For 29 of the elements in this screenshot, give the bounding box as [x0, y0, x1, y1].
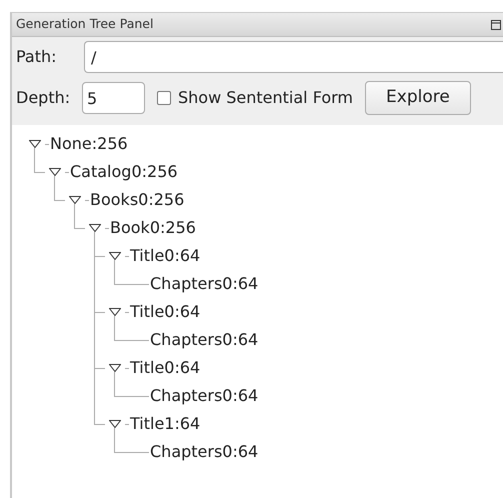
- expanded-triangle-icon[interactable]: [109, 252, 121, 260]
- checkbox[interactable]: [157, 91, 171, 105]
- expanded-triangle-icon[interactable]: [49, 168, 61, 176]
- checkbox-label: Show Sentential Form: [178, 87, 354, 109]
- path-label: Path:: [16, 46, 58, 68]
- expanded-triangle-icon[interactable]: [69, 196, 81, 204]
- tree-node-label[interactable]: Chapters0:64: [149, 440, 258, 464]
- explore-button[interactable]: Explore: [365, 81, 471, 115]
- expanded-triangle-icon[interactable]: [109, 364, 121, 372]
- expanded-triangle-icon[interactable]: [29, 140, 41, 148]
- depth-field[interactable]: 5: [82, 82, 145, 114]
- depth-label: Depth:: [16, 87, 72, 109]
- tree-node-label[interactable]: Book0:256: [109, 216, 196, 240]
- panel-title: Generation Tree Panel: [16, 15, 154, 34]
- tree-node-label[interactable]: Chapters0:64: [149, 384, 258, 408]
- tree-node-label[interactable]: Chapters0:64: [149, 328, 258, 352]
- tree-node-label[interactable]: None:256: [49, 132, 128, 156]
- expanded-triangle-icon[interactable]: [109, 308, 121, 316]
- tree-node-label[interactable]: Title0:64: [129, 300, 200, 324]
- expanded-triangle-icon[interactable]: [109, 420, 121, 428]
- tree-node-label[interactable]: Title1:64: [129, 412, 200, 436]
- tree-node-label[interactable]: Books0:256: [89, 188, 184, 212]
- tree-node-label[interactable]: Title0:64: [129, 244, 200, 268]
- maximize-icon[interactable]: [491, 20, 501, 30]
- path-field[interactable]: /: [84, 41, 503, 73]
- expanded-triangle-icon[interactable]: [89, 224, 101, 232]
- tree-node-label[interactable]: Catalog0:256: [69, 160, 178, 184]
- tree-node-label[interactable]: Title0:64: [129, 356, 200, 380]
- tree-node-label[interactable]: Chapters0:64: [149, 272, 258, 296]
